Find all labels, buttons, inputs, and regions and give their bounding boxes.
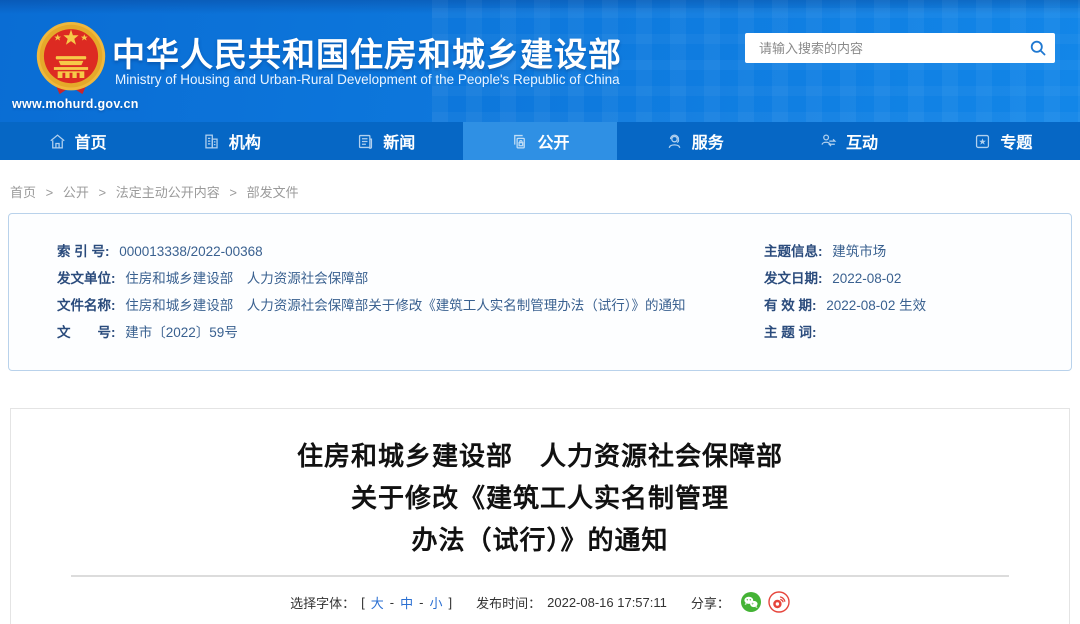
search-input[interactable]	[745, 40, 1021, 56]
nav-label: 服务	[691, 135, 724, 152]
metadata-value: 建筑市场	[832, 244, 887, 259]
search-button[interactable]	[1021, 33, 1055, 63]
breadcrumb-separator: >	[229, 185, 237, 200]
document-metadata-panel: 索 引 号: 000013338/2022-00368 发文单位: 住房和城乡建…	[8, 213, 1072, 371]
news-icon	[359, 134, 373, 149]
nav-item-services[interactable]: 服务	[617, 122, 771, 160]
metadata-value: 2022-08-02 生效	[826, 298, 927, 313]
nav-item-interaction[interactable]: 互动	[771, 122, 925, 160]
breadcrumb-item-ministry-documents[interactable]: 部发文件	[247, 185, 299, 200]
nav-item-organization[interactable]: 机构	[154, 122, 308, 160]
metadata-row-issue-date: 发文日期: 2022-08-02	[764, 265, 1071, 292]
breadcrumb-item-disclosure[interactable]: 公开	[63, 185, 89, 200]
nav-label: 公开	[537, 135, 570, 152]
main-nav: 首页 机构 新闻 公开 服务 互动 专题	[0, 122, 1080, 160]
site-subtitle: Ministry of Housing and Urban-Rural Deve…	[115, 72, 620, 87]
nav-label: 首页	[74, 135, 107, 152]
document-content-panel: 住房和城乡建设部 人力资源社会保障部 关于修改《建筑工人实名制管理 办法（试行）…	[10, 408, 1070, 624]
font-size-bracket: [	[361, 594, 365, 610]
font-size-medium-button[interactable]: 中	[400, 593, 413, 612]
disclosure-icon	[514, 134, 526, 148]
nav-item-home[interactable]: 首页	[0, 122, 154, 160]
metadata-value: 住房和城乡建设部 人力资源社会保障部	[125, 271, 369, 286]
font-size-small-button[interactable]: 小	[429, 593, 442, 612]
wechat-icon	[740, 592, 761, 612]
metadata-row-document-number: 文 号: 建市〔2022〕59号	[57, 319, 721, 346]
metadata-value: 建市〔2022〕59号	[125, 325, 238, 340]
metadata-value: 住房和城乡建设部 人力资源社会保障部关于修改《建筑工人实名制管理办法（试行）》的…	[125, 298, 686, 313]
metadata-label: 主 题 词:	[764, 325, 817, 340]
document-info-bar: 选择字体： [ 大 - 中 - 小] 发布时间： 2022-08-16 17:57:1…	[11, 591, 1069, 613]
services-icon	[668, 134, 681, 148]
breadcrumb-separator: >	[45, 185, 54, 200]
metadata-row-index-number: 索 引 号: 000013338/2022-00368	[57, 238, 721, 265]
site-url: www.mohurd.gov.cn	[12, 97, 139, 111]
metadata-label: 文件名称:	[57, 298, 116, 313]
document-title-line: 住房和城乡建设部 人力资源社会保障部	[296, 441, 783, 471]
nav-label: 机构	[228, 135, 261, 152]
metadata-row-issuing-unit: 发文单位: 住房和城乡建设部 人力资源社会保障部	[57, 265, 721, 292]
home-icon	[49, 133, 65, 148]
weibo-icon	[768, 591, 790, 613]
national-emblem-logo	[33, 20, 109, 103]
font-size-dash: -	[419, 594, 424, 610]
organization-icon	[205, 134, 218, 148]
nav-item-disclosure[interactable]: 公开	[462, 122, 618, 160]
breadcrumb-separator: >	[98, 185, 107, 200]
nav-label: 专题	[1000, 135, 1033, 152]
interaction-icon	[821, 134, 837, 146]
metadata-label: 文 号:	[57, 325, 116, 340]
metadata-row-effective-date: 有 效 期: 2022-08-02 生效	[764, 292, 1071, 319]
share-icons	[740, 591, 790, 613]
nav-item-topics[interactable]: 专题	[926, 122, 1080, 160]
search-box	[745, 33, 1055, 63]
metadata-value: 2022-08-02	[832, 271, 902, 286]
document-title-line: 办法（试行）》的通知	[411, 525, 669, 555]
metadata-label: 主题信息:	[764, 244, 823, 259]
metadata-label: 发文日期:	[764, 271, 823, 286]
metadata-row-keywords: 主 题 词:	[764, 319, 1071, 346]
nav-label: 新闻	[383, 135, 416, 152]
font-size-large-button[interactable]: 大	[371, 593, 384, 612]
font-size-bracket: ]	[448, 594, 453, 610]
search-icon	[1030, 40, 1046, 56]
metadata-row-document-name: 文件名称: 住房和城乡建设部 人力资源社会保障部关于修改《建筑工人实名制管理办法…	[57, 292, 721, 319]
font-size-dash: -	[389, 594, 395, 610]
topics-icon	[976, 134, 990, 148]
publish-time-value: 2022-08-16 17:57:11	[547, 594, 667, 610]
font-size-label: 选择字体：	[290, 595, 356, 611]
nav-label: 互动	[846, 135, 879, 152]
site-title: 中华人民共和国住房和城乡建设部	[112, 36, 622, 73]
metadata-row-subject-info: 主题信息: 建筑市场	[764, 238, 1071, 265]
nav-item-news[interactable]: 新闻	[309, 122, 463, 160]
share-label: 分享：	[690, 595, 730, 611]
metadata-label: 有 效 期:	[764, 298, 817, 313]
metadata-left-column: 索 引 号: 000013338/2022-00368 发文单位: 住房和城乡建…	[9, 238, 721, 370]
breadcrumb-item-statutory-content[interactable]: 法定主动公开内容	[116, 185, 220, 200]
metadata-label: 发文单位:	[57, 271, 116, 286]
metadata-value: 000013338/2022-00368	[119, 244, 263, 259]
document-title: 住房和城乡建设部 人力资源社会保障部 关于修改《建筑工人实名制管理 办法（试行）…	[11, 435, 1069, 561]
title-divider	[71, 575, 1009, 577]
document-title-line: 关于修改《建筑工人实名制管理	[350, 483, 729, 513]
metadata-right-column: 主题信息: 建筑市场 发文日期: 2022-08-02 有 效 期: 2022-…	[721, 238, 1071, 370]
wechat-share-button[interactable]	[740, 591, 762, 613]
breadcrumb-item-home[interactable]: 首页	[10, 185, 36, 200]
publish-time-label: 发布时间：	[476, 595, 542, 611]
metadata-label: 索 引 号:	[57, 244, 110, 259]
site-header: www.mohurd.gov.cn 中华人民共和国住房和城乡建设部 Minist…	[0, 0, 1080, 122]
breadcrumb: 首页 > 公开 > 法定主动公开内容 > 部发文件	[0, 160, 1080, 213]
weibo-share-button[interactable]	[768, 591, 790, 613]
